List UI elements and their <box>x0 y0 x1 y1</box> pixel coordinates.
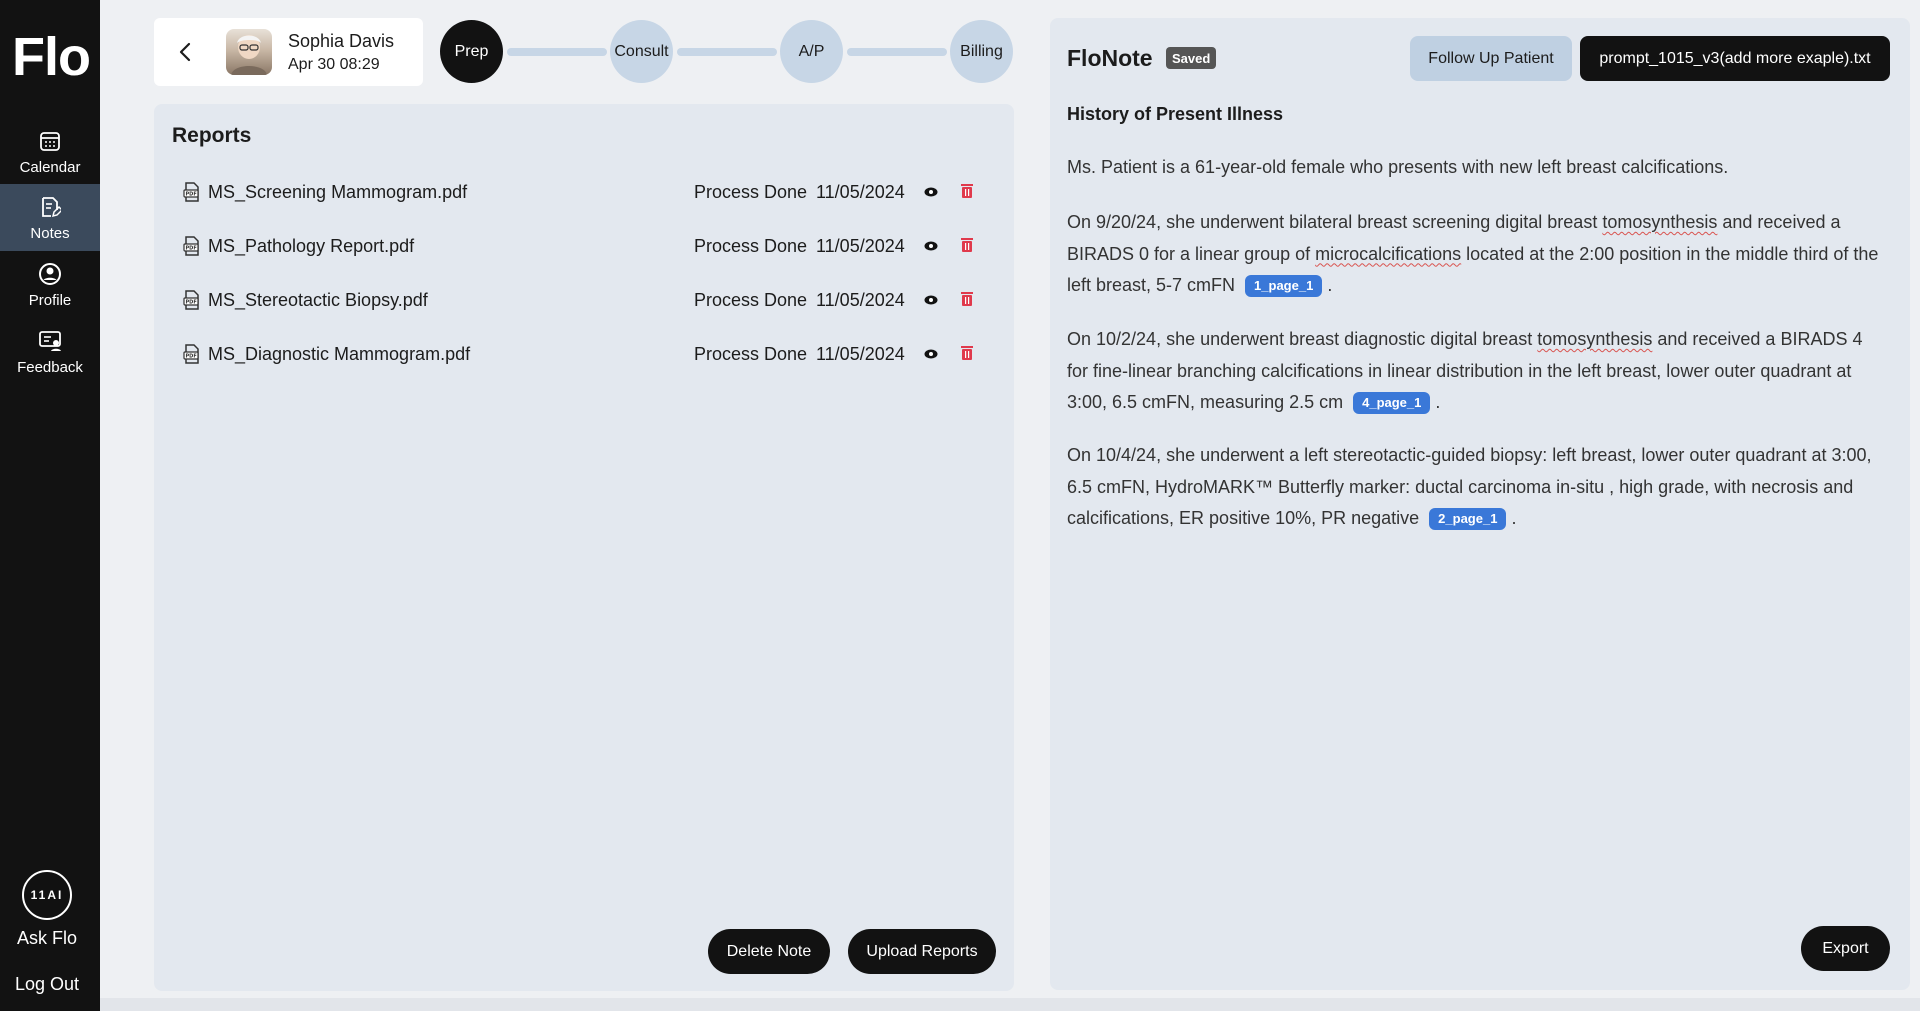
trash-icon[interactable] <box>960 237 974 253</box>
pdf-file-icon: PDF <box>182 236 202 256</box>
note-title: FloNote <box>1067 45 1153 71</box>
note-paragraph: On 10/4/24, she underwent a left stereot… <box>1067 440 1887 535</box>
calendar-icon <box>37 128 63 154</box>
patient-card: Sophia Davis Apr 30 08:29 <box>154 18 423 86</box>
pdf-file-icon: PDF <box>182 182 202 202</box>
sidebar-item-profile[interactable]: Profile <box>0 251 100 318</box>
ask-flo-label[interactable]: Ask Flo <box>0 928 94 949</box>
note-text: . <box>1430 392 1441 412</box>
step-ap[interactable]: A/P <box>780 20 843 83</box>
report-status: Process Done <box>694 344 808 364</box>
report-file-name[interactable]: MS_Pathology Report.pdf <box>208 236 414 257</box>
delete-note-button[interactable]: Delete Note <box>708 929 830 974</box>
svg-text:PDF: PDF <box>186 354 197 360</box>
prompt-file-button[interactable]: prompt_1015_v3(add more exaple).txt <box>1580 36 1890 81</box>
patient-name: Sophia Davis <box>288 31 395 51</box>
back-arrow-icon[interactable] <box>174 40 198 64</box>
note-text: On 10/2/24, she underwent breast diagnos… <box>1067 329 1538 349</box>
report-date: 11/05/2024 <box>816 182 905 202</box>
sidebar-item-label: Profile <box>28 291 72 309</box>
saved-badge: Saved <box>1166 47 1217 69</box>
eye-icon[interactable] <box>924 239 938 253</box>
stepper-connector <box>507 48 607 56</box>
sidebar-item-calendar[interactable]: Calendar <box>0 118 100 185</box>
horizontal-scrollbar[interactable] <box>100 998 1920 1011</box>
trash-icon[interactable] <box>960 345 974 361</box>
feedback-icon <box>37 328 63 354</box>
report-row: PDF MS_Diagnostic Mammogram.pdf Process … <box>154 334 1014 374</box>
sidebar-item-notes[interactable]: Notes <box>0 184 100 251</box>
pdf-file-icon: PDF <box>182 344 202 364</box>
eye-icon[interactable] <box>924 347 938 361</box>
upload-reports-button[interactable]: Upload Reports <box>848 929 996 974</box>
report-status: Process Done <box>694 290 808 310</box>
misspelled-word[interactable]: microcalcifications <box>1315 244 1461 264</box>
reports-panel: Reports PDF MS_Screening Mammogram.pdf P… <box>154 104 1014 991</box>
trash-icon[interactable] <box>960 291 974 307</box>
sidebar-item-label: Notes <box>30 224 70 242</box>
sidebar: Flo Calendar Notes Profile Feedback 11AI… <box>0 0 100 1011</box>
citation-badge[interactable]: 1_page_1 <box>1245 275 1323 297</box>
eye-icon[interactable] <box>924 293 938 307</box>
report-row: PDF MS_Pathology Report.pdf Process Done… <box>154 226 1014 266</box>
note-text: . <box>1322 275 1333 295</box>
step-consult[interactable]: Consult <box>610 20 673 83</box>
misspelled-word[interactable]: tomosynthesis <box>1537 329 1652 349</box>
sidebar-item-label: Calendar <box>19 158 81 176</box>
sidebar-item-label: Feedback <box>17 358 83 376</box>
follow-up-patient-button[interactable]: Follow Up Patient <box>1410 36 1572 81</box>
sidebar-item-feedback[interactable]: Feedback <box>0 318 100 385</box>
section-heading: History of Present Illness <box>1067 104 1284 124</box>
export-button[interactable]: Export <box>1801 926 1890 971</box>
note-text: . <box>1506 508 1517 528</box>
note-text: On 9/20/24, she underwent bilateral brea… <box>1067 212 1603 232</box>
ask-flo-logo[interactable]: 11AI <box>22 870 72 920</box>
svg-text:PDF: PDF <box>186 300 197 306</box>
note-text: Ms. Patient is a 61-year-old female who … <box>1067 157 1729 177</box>
report-file-name[interactable]: MS_Diagnostic Mammogram.pdf <box>208 344 470 365</box>
eye-icon[interactable] <box>924 185 938 199</box>
profile-icon <box>37 261 63 287</box>
report-date: 11/05/2024 <box>816 236 905 256</box>
citation-badge[interactable]: 4_page_1 <box>1353 392 1431 414</box>
stepper-connector <box>677 48 777 56</box>
note-paragraph: On 9/20/24, she underwent bilateral brea… <box>1067 207 1887 302</box>
report-date: 11/05/2024 <box>816 290 905 310</box>
step-prep[interactable]: Prep <box>440 20 503 83</box>
notes-icon <box>37 194 63 220</box>
avatar <box>226 29 272 75</box>
report-date: 11/05/2024 <box>816 344 905 364</box>
flo-logo: Flo <box>12 27 91 87</box>
report-file-name[interactable]: MS_Screening Mammogram.pdf <box>208 182 467 203</box>
report-file-name[interactable]: MS_Stereotactic Biopsy.pdf <box>208 290 428 311</box>
note-paragraph: On 10/2/24, she underwent breast diagnos… <box>1067 324 1887 419</box>
report-status: Process Done <box>694 182 808 202</box>
report-row: PDF MS_Stereotactic Biopsy.pdf Process D… <box>154 280 1014 320</box>
report-row: PDF MS_Screening Mammogram.pdf Process D… <box>154 172 1014 212</box>
citation-badge[interactable]: 2_page_1 <box>1429 508 1507 530</box>
note-paragraph: Ms. Patient is a 61-year-old female who … <box>1067 152 1887 184</box>
logout-button[interactable]: Log Out <box>0 974 94 995</box>
step-billing[interactable]: Billing <box>950 20 1013 83</box>
svg-text:PDF: PDF <box>186 246 197 252</box>
stepper-connector <box>847 48 947 56</box>
note-panel: FloNote Saved Follow Up Patient prompt_1… <box>1050 18 1910 990</box>
patient-datetime: Apr 30 08:29 <box>288 56 380 73</box>
reports-title: Reports <box>172 124 252 147</box>
svg-text:PDF: PDF <box>186 192 197 198</box>
misspelled-word[interactable]: tomosynthesis <box>1602 212 1717 232</box>
report-status: Process Done <box>694 236 808 256</box>
pdf-file-icon: PDF <box>182 290 202 310</box>
trash-icon[interactable] <box>960 183 974 199</box>
